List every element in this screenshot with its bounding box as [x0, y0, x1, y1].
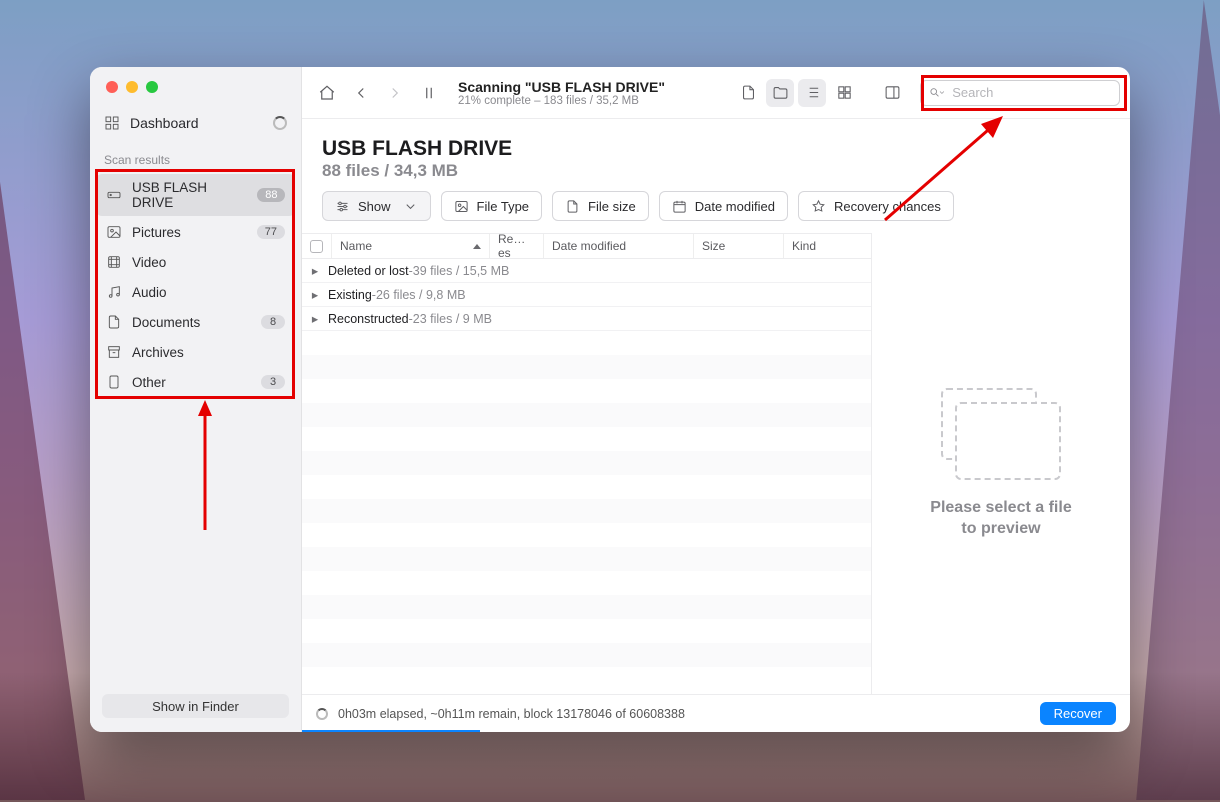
column-date[interactable]: Date modified [544, 234, 694, 258]
sidebar-dashboard[interactable]: Dashboard [90, 93, 301, 141]
column-size[interactable]: Size [694, 234, 784, 258]
show-in-finder-button[interactable]: Show in Finder [102, 694, 289, 718]
chevron-down-icon [938, 88, 946, 97]
sidebar-item-label: Video [132, 255, 166, 270]
sidebar: Dashboard Scan results USB FLASH DRIVE 8… [90, 67, 302, 732]
filters-row: Show File Type File size Date modified R… [302, 191, 1130, 233]
star-icon [811, 199, 826, 214]
image-icon [454, 199, 469, 214]
toolbar: Scanning "USB FLASH DRIVE" 21% complete … [302, 67, 1130, 119]
footer-status-text: 0h03m elapsed, ~0h11m remain, block 1317… [338, 707, 685, 721]
preview-placeholder-text: Please select a file to preview [930, 498, 1071, 540]
sidebar-dashboard-label: Dashboard [130, 115, 199, 131]
grid-icon [104, 115, 120, 131]
page-title: USB FLASH DRIVE [322, 137, 1110, 161]
sidebar-item-audio[interactable]: Audio [96, 278, 295, 306]
filter-label: Date modified [695, 199, 775, 214]
main-content: Scanning "USB FLASH DRIVE" 21% complete … [302, 67, 1130, 732]
sidebar-item-drive[interactable]: USB FLASH DRIVE 88 [96, 174, 295, 216]
sidebar-item-other[interactable]: Other 3 [96, 368, 295, 396]
view-list-button[interactable] [798, 79, 826, 107]
filter-label: File Type [477, 199, 530, 214]
disclosure-triangle-icon[interactable]: ▸ [302, 311, 328, 326]
file-icon [106, 374, 122, 390]
sidebar-item-label: USB FLASH DRIVE [132, 180, 247, 210]
film-icon [106, 254, 122, 270]
view-mode-group [734, 79, 858, 107]
filter-recovery-chances[interactable]: Recovery chances [798, 191, 954, 221]
music-note-icon [106, 284, 122, 300]
sidebar-item-archives[interactable]: Archives [96, 338, 295, 366]
recover-button[interactable]: Recover [1040, 702, 1116, 725]
maximize-window-button[interactable] [146, 81, 158, 93]
home-button[interactable] [312, 78, 342, 108]
scan-progress-bar [302, 730, 480, 732]
app-window: Dashboard Scan results USB FLASH DRIVE 8… [90, 67, 1130, 732]
page-subtitle: 88 files / 34,3 MB [322, 161, 1110, 181]
sidebar-section-header: Scan results [90, 141, 301, 173]
forward-button [380, 78, 410, 108]
select-all-checkbox[interactable] [310, 240, 323, 253]
sidebar-item-label: Audio [132, 285, 167, 300]
hdd-icon [106, 187, 122, 203]
filter-show[interactable]: Show [322, 191, 431, 221]
archive-icon [106, 344, 122, 360]
results-table: Name Re…es Date modified Size Kind ▸ Del… [302, 233, 872, 694]
view-grid-button[interactable] [830, 79, 858, 107]
disclosure-triangle-icon[interactable]: ▸ [302, 287, 328, 302]
search-input[interactable] [952, 85, 1111, 100]
preview-pane: Please select a file to preview [872, 233, 1130, 694]
pause-button[interactable] [414, 78, 444, 108]
table-group-row[interactable]: ▸ Reconstructed - 23 files / 9 MB [302, 307, 871, 331]
sidebar-item-badge: 3 [261, 375, 285, 389]
search-box[interactable] [920, 80, 1120, 106]
scan-title: Scanning "USB FLASH DRIVE" [458, 79, 665, 95]
view-file-button[interactable] [734, 79, 762, 107]
filter-date-modified[interactable]: Date modified [659, 191, 788, 221]
document-icon [106, 314, 122, 330]
table-group-row[interactable]: ▸ Existing - 26 files / 9,8 MB [302, 283, 871, 307]
view-folder-button[interactable] [766, 79, 794, 107]
scan-subtitle: 21% complete – 183 files / 35,2 MB [458, 95, 665, 107]
preview-placeholder-icon [941, 388, 1061, 480]
image-icon [106, 224, 122, 240]
loading-spinner-icon [273, 116, 287, 130]
status-footer: 0h03m elapsed, ~0h11m remain, block 1317… [302, 694, 1130, 732]
column-name[interactable]: Name [332, 234, 490, 258]
sidebar-item-documents[interactable]: Documents 8 [96, 308, 295, 336]
table-header: Name Re…es Date modified Size Kind [302, 233, 871, 259]
filter-label: Show [358, 199, 391, 214]
calendar-icon [672, 199, 687, 214]
chevron-down-icon [403, 199, 418, 214]
loading-spinner-icon [316, 708, 328, 720]
sidebar-item-label: Pictures [132, 225, 181, 240]
close-window-button[interactable] [106, 81, 118, 93]
table-group-row[interactable]: ▸ Deleted or lost - 39 files / 15,5 MB [302, 259, 871, 283]
sliders-icon [335, 199, 350, 214]
filter-file-type[interactable]: File Type [441, 191, 543, 221]
minimize-window-button[interactable] [126, 81, 138, 93]
window-traffic-lights [90, 67, 301, 93]
disclosure-triangle-icon[interactable]: ▸ [302, 263, 328, 278]
back-button[interactable] [346, 78, 376, 108]
filter-label: File size [588, 199, 636, 214]
sidebar-item-badge: 8 [261, 315, 285, 329]
sidebar-item-label: Other [132, 375, 166, 390]
sort-ascending-icon [473, 244, 481, 249]
sidebar-item-video[interactable]: Video [96, 248, 295, 276]
sidebar-item-label: Documents [132, 315, 200, 330]
filter-label: Recovery chances [834, 199, 941, 214]
sidebar-item-badge: 88 [257, 188, 285, 202]
column-kind[interactable]: Kind [784, 234, 871, 258]
filter-file-size[interactable]: File size [552, 191, 649, 221]
toggle-preview-pane-button[interactable] [878, 79, 906, 107]
sidebar-item-label: Archives [132, 345, 184, 360]
document-icon [565, 199, 580, 214]
column-resolution[interactable]: Re…es [490, 234, 544, 258]
sidebar-item-pictures[interactable]: Pictures 77 [96, 218, 295, 246]
show-in-finder-label: Show in Finder [152, 699, 239, 714]
sidebar-item-badge: 77 [257, 225, 285, 239]
scan-progress-track [302, 730, 1130, 732]
